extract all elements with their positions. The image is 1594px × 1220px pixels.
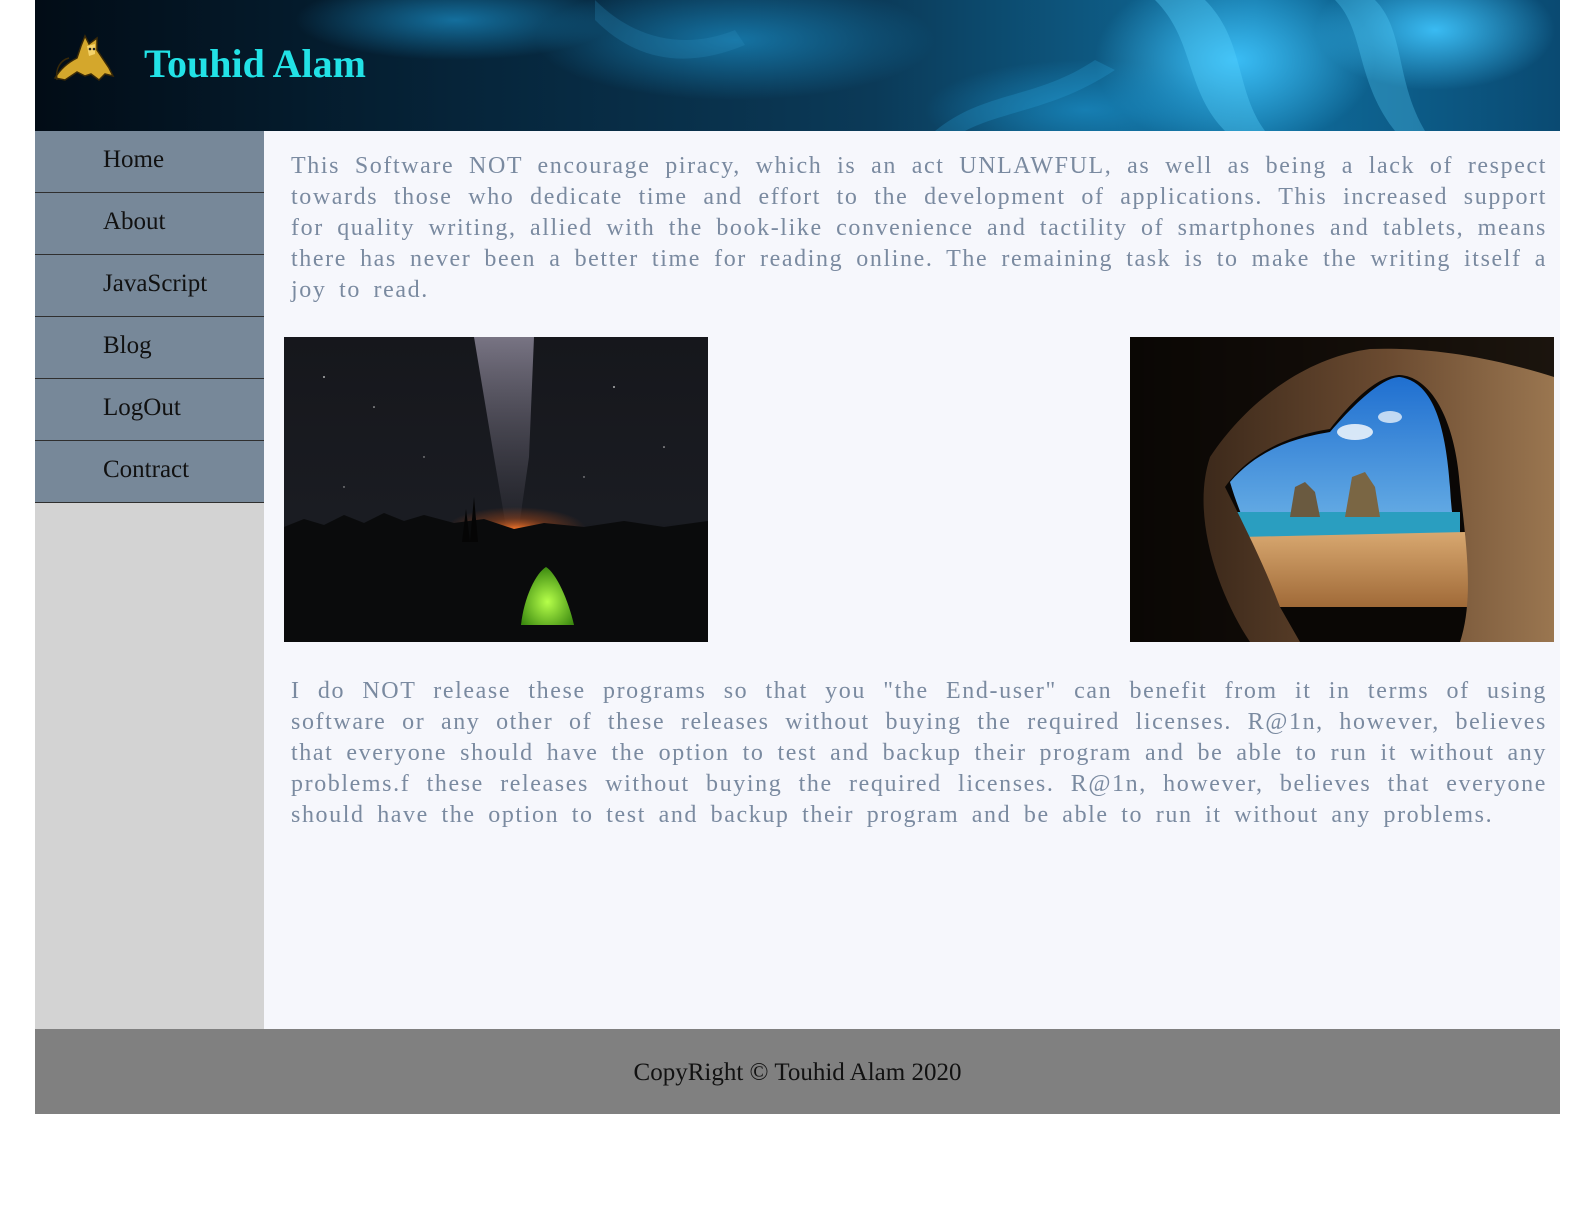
sidebar-item-logout[interactable]: LogOut (35, 379, 264, 441)
disclaimer-paragraph: I do NOT release these programs so that … (291, 678, 1547, 828)
sidebar-item-label: Contract (103, 456, 190, 483)
tomcat-logo-icon (53, 34, 115, 81)
page: Touhid Alam Home About JavaScript Blog L… (35, 0, 1560, 1114)
sidebar-item-label: Home (103, 146, 165, 173)
sidebar-item-label: About (103, 208, 166, 235)
sidebar-item-home[interactable]: Home (35, 131, 264, 193)
copyright-text: CopyRight © Touhid Alam 2020 (633, 1059, 962, 1086)
sidebar-item-javascript[interactable]: JavaScript (35, 255, 264, 317)
header-banner: Touhid Alam (35, 0, 1560, 131)
night-sky-tent-image (284, 337, 708, 642)
sidebar: Home About JavaScript Blog LogOut Contra… (35, 131, 264, 1029)
sidebar-item-about[interactable]: About (35, 193, 264, 255)
site-title[interactable]: Touhid Alam (144, 40, 366, 88)
intro-paragraph: This Software NOT encourage piracy, whic… (291, 153, 1547, 303)
sidebar-item-contract[interactable]: Contract (35, 441, 264, 503)
sidebar-item-blog[interactable]: Blog (35, 317, 264, 379)
sea-cave-beach-image (1130, 337, 1554, 642)
main-content: This Software NOT encourage piracy, whic… (264, 131, 1560, 1029)
sidebar-item-label: JavaScript (103, 270, 208, 297)
sidebar-item-label: Blog (103, 332, 152, 359)
footer: CopyRight © Touhid Alam 2020 (35, 1029, 1560, 1114)
sidebar-item-label: LogOut (103, 394, 181, 421)
